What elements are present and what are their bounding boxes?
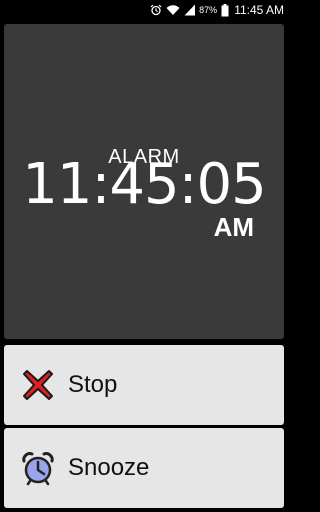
alarm-meridiem: AM [213,212,254,242]
alarm-time: 11:45:05 [22,152,267,217]
status-bar: 87% 11:45 AM [0,0,288,20]
alarm-clock-icon [150,4,162,16]
snooze-button[interactable]: Snooze [4,428,284,508]
alarm-clock-icon [18,448,58,488]
snooze-label: Snooze [68,454,150,481]
alarm-screen: 87% 11:45 AM ALARM 11:45:05 AM Stop Snoo… [0,0,288,512]
close-x-icon [18,365,58,405]
wifi-icon [166,4,180,16]
battery-icon [221,3,229,17]
stop-label: Stop [68,371,118,398]
alarm-panel: ALARM 11:45:05 AM [4,24,284,339]
stop-button[interactable]: Stop [4,345,284,425]
battery-percent: 87% [199,5,218,15]
signal-icon [184,4,196,16]
status-time: 11:45 AM [234,3,284,17]
